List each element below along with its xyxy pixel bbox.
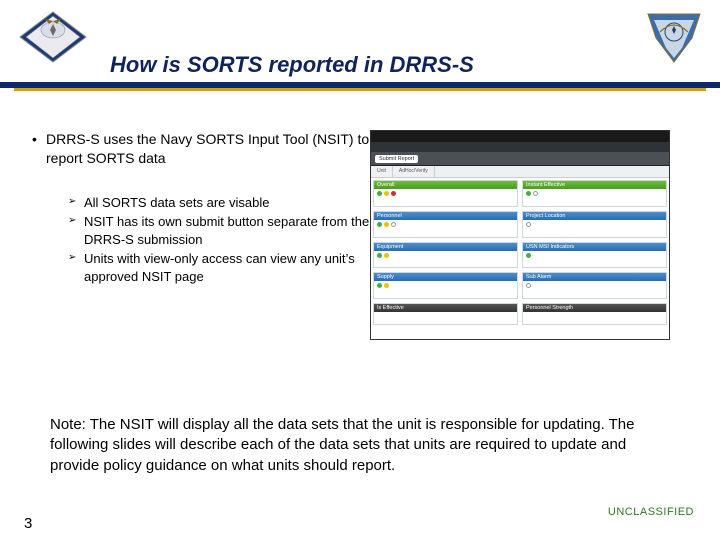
tab: AdHoc/Verify	[393, 166, 435, 177]
panel: Is Effective	[373, 303, 518, 325]
panel: Personnel Strength	[522, 303, 667, 325]
panel: Project Location	[522, 211, 667, 238]
emblem-left	[16, 8, 90, 66]
panel: Personnel	[373, 211, 518, 238]
page-number: 3	[24, 515, 32, 532]
sub-bullet: NSIT has its own submit button separate …	[68, 213, 370, 248]
panel: Instant Effective	[522, 180, 667, 207]
nsit-screenshot: Submit Report Unit AdHoc/Verify Overall …	[370, 130, 670, 340]
divider-gold	[14, 88, 706, 91]
panel: Supply	[373, 272, 518, 299]
panel: Equipment	[373, 242, 518, 269]
emblem-right	[642, 8, 706, 64]
note-text: Note: The NSIT will display all the data…	[50, 415, 670, 476]
panel: Sub Alarm	[522, 272, 667, 299]
panel: Overall	[373, 180, 518, 207]
header: How is SORTS reported in DRRS-S	[0, 0, 720, 88]
sub-bullet: All SORTS data sets are visable	[68, 194, 370, 212]
text-column: DRRS-S uses the Navy SORTS Input Tool (N…	[0, 130, 370, 288]
panel: USN MSI Indicators	[522, 242, 667, 269]
sublist: All SORTS data sets are visable NSIT has…	[32, 194, 370, 286]
slide-title: How is SORTS reported in DRRS-S	[110, 52, 474, 78]
sub-bullet: Units with view-only access can view any…	[68, 250, 370, 285]
bullet-main: DRRS-S uses the Navy SORTS Input Tool (N…	[32, 130, 370, 168]
slide: How is SORTS reported in DRRS-S DRRS-S u…	[0, 0, 720, 540]
submit-chip: Submit Report	[375, 155, 418, 163]
image-column: Submit Report Unit AdHoc/Verify Overall …	[370, 130, 720, 340]
classification-label: UNCLASSIFIED	[608, 506, 694, 518]
body: DRRS-S uses the Navy SORTS Input Tool (N…	[0, 130, 720, 340]
tab: Unit	[371, 166, 393, 177]
